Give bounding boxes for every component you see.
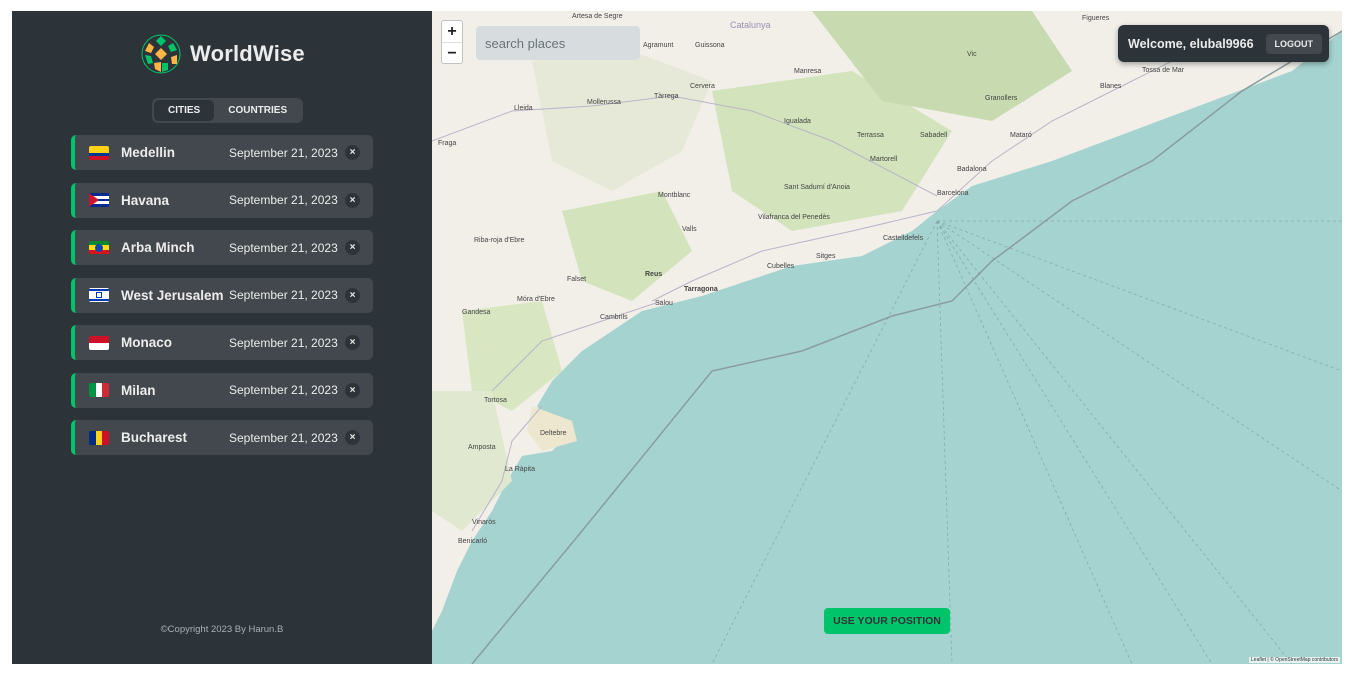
map-label: Tàrrega	[654, 93, 679, 100]
delete-city-button[interactable]: ×	[345, 430, 360, 445]
map-label: Vilafranca del Penedès	[758, 214, 830, 221]
map-label: Mataró	[1010, 132, 1032, 139]
city-name: Milan	[121, 382, 156, 398]
app-layout: WorldWise CITIES COUNTRIES Medellin Sept…	[12, 11, 1342, 664]
city-name: Medellin	[121, 145, 176, 160]
city-list: Medellin September 21, 2023 × Havana Sep…	[71, 135, 373, 468]
city-item-arba-minch[interactable]: Arba Minch September 21, 2023 ×	[71, 230, 373, 265]
map-label: Catalunya	[730, 20, 771, 30]
map-attribution[interactable]: Leaflet | © OpenStreetMap contributors	[1249, 657, 1340, 663]
city-name: Bucharest	[121, 430, 188, 445]
map-label: Barcelona	[937, 190, 969, 197]
map-label: Sabadell	[920, 132, 948, 139]
city-name: Havana	[121, 192, 170, 208]
map-label: Valls	[682, 226, 697, 233]
italy-flag-icon	[89, 383, 109, 397]
brand-name: WorldWise	[190, 41, 305, 66]
city-date: September 21, 2023	[229, 145, 338, 160]
map-label: Deltebre	[540, 430, 567, 437]
colombia-flag-icon	[89, 145, 109, 160]
copyright-footer: ©Copyright 2023 By Harun.B	[160, 624, 284, 635]
map-label: Gandesa	[462, 309, 491, 316]
monaco-flag-icon	[89, 335, 109, 350]
map-label: Terrassa	[857, 132, 884, 139]
map-tiles[interactable]	[432, 11, 1342, 664]
map-label: Salou	[655, 300, 673, 307]
map-label: Manresa	[794, 68, 822, 75]
city-date: September 21, 2023	[229, 383, 338, 397]
city-name: Monaco	[121, 335, 173, 350]
city-item-monaco[interactable]: Monaco September 21, 2023 ×	[71, 325, 373, 360]
user-panel: Welcome, elubal9966 LOGOUT	[1118, 25, 1329, 62]
ethiopia-flag-icon	[89, 240, 109, 255]
city-item-west-jerusalem[interactable]: West Jerusalem September 21, 2023 ×	[71, 277, 373, 313]
city-item-havana[interactable]: Havana September 21, 2023 ×	[71, 182, 373, 218]
city-date: September 21, 2023	[229, 240, 338, 255]
map-label: Badalona	[957, 166, 987, 173]
map-label: Fraga	[438, 140, 457, 147]
map-label: Vinaròs	[472, 519, 496, 526]
map-label: Falset	[567, 276, 587, 283]
delete-city-button[interactable]: ×	[345, 287, 360, 303]
delete-city-button[interactable]: ×	[345, 335, 360, 350]
romania-flag-icon	[89, 430, 109, 445]
welcome-text: Welcome, elubal9966	[1128, 36, 1254, 51]
city-date: September 21, 2023	[229, 193, 338, 207]
brand-logo[interactable]: WorldWise	[140, 33, 305, 75]
map-label: Cubelles	[767, 263, 795, 270]
city-item-bucharest[interactable]: Bucharest September 21, 2023 ×	[71, 420, 373, 455]
map-label: Vic	[967, 51, 977, 58]
map-label: Tarragona	[684, 286, 718, 293]
map-label: Guissona	[695, 42, 725, 49]
map-label: Mollerussa	[587, 99, 621, 106]
map-label: La Ràpita	[505, 466, 535, 473]
city-item-medellin[interactable]: Medellin September 21, 2023 ×	[71, 135, 373, 170]
map-label: Tossa de Mar	[1142, 67, 1185, 74]
map-view[interactable]: Artesa de Segre Catalunya Agramunt Guiss…	[432, 11, 1342, 664]
search-input[interactable]	[476, 26, 640, 60]
map-label: Reus	[645, 271, 663, 278]
map-label: Amposta	[468, 444, 496, 451]
map-label: Martorell	[870, 156, 898, 163]
map-label: Sant Sadurní d'Anoia	[784, 184, 850, 191]
map-label: Cambrils	[600, 314, 628, 321]
map-label: Sitges	[816, 253, 836, 260]
zoom-out-button[interactable]: −	[442, 42, 462, 63]
map-label: Granollers	[985, 95, 1018, 102]
map-label: Blanes	[1100, 83, 1122, 90]
map-label: Benicarló	[458, 538, 488, 545]
map-label: Figueres	[1082, 15, 1110, 22]
map-label: Lleida	[514, 105, 533, 112]
map-label: Móra d'Ebre	[517, 296, 555, 303]
use-position-button[interactable]: USE YOUR POSITION	[824, 608, 950, 634]
city-date: September 21, 2023	[229, 335, 338, 350]
map-label: Igualada	[784, 118, 811, 125]
delete-city-button[interactable]: ×	[345, 382, 360, 398]
map-label: Agramunt	[643, 42, 674, 49]
city-item-milan[interactable]: Milan September 21, 2023 ×	[71, 372, 373, 408]
map-label: Castelldefels	[883, 235, 924, 242]
view-tabs: CITIES COUNTRIES	[152, 98, 304, 123]
map-label: Riba-roja d'Ebre	[474, 237, 525, 244]
map-label: Montblanc	[658, 192, 691, 199]
israel-flag-icon	[89, 288, 109, 302]
map-label: Artesa de Segre	[572, 13, 623, 20]
city-name: Arba Minch	[121, 240, 195, 255]
city-date: September 21, 2023	[229, 430, 338, 445]
sidebar: WorldWise CITIES COUNTRIES Medellin Sept…	[12, 11, 432, 664]
globe-logo-icon	[141, 34, 181, 74]
map-label: Tortosa	[484, 397, 507, 404]
delete-city-button[interactable]: ×	[345, 192, 360, 208]
city-name: West Jerusalem	[121, 287, 224, 303]
cuba-flag-icon	[89, 193, 109, 207]
delete-city-button[interactable]: ×	[345, 145, 360, 160]
map-label: Cervera	[690, 83, 715, 90]
delete-city-button[interactable]: ×	[345, 240, 360, 255]
zoom-control: + −	[441, 20, 463, 64]
city-date: September 21, 2023	[229, 288, 338, 302]
tab-cities[interactable]: CITIES	[154, 100, 215, 121]
logout-button[interactable]: LOGOUT	[1265, 33, 1323, 54]
tab-countries[interactable]: COUNTRIES	[214, 100, 301, 121]
zoom-in-button[interactable]: +	[442, 21, 462, 42]
